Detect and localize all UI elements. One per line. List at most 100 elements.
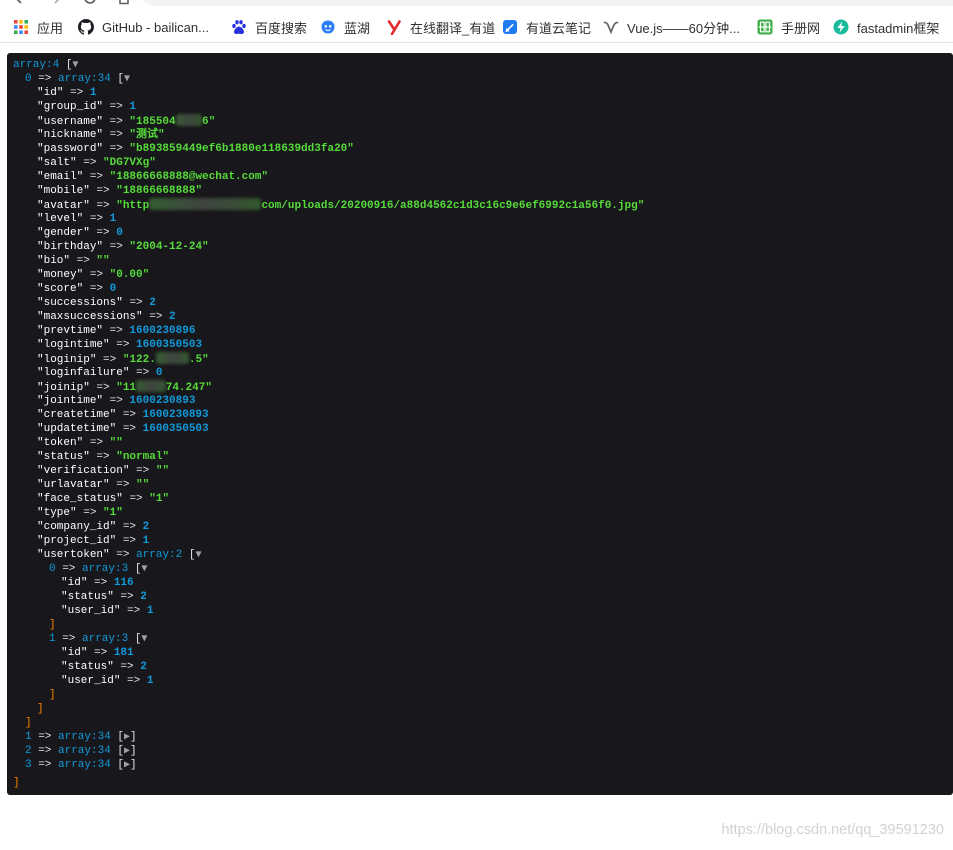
- key-birthday: birthday: [37, 241, 103, 253]
- field-row-prevtime: prevtime => 1600230896: [13, 324, 953, 338]
- value-id: 181: [113, 647, 134, 659]
- arrow: =>: [96, 227, 110, 239]
- value-fragment: 6: [202, 116, 209, 128]
- value-email: 18866668888@wechat.com: [110, 171, 268, 183]
- var-dump-panel: array:4[▼0=>array:34[▼id=>1group_id=>1us…: [7, 53, 953, 795]
- value-fragment: 185504: [136, 116, 176, 128]
- field-row-status: status => 2: [13, 590, 953, 604]
- arrow: =>: [120, 591, 134, 603]
- value-id: 1: [89, 87, 97, 99]
- root-array-row: array:4 [▼: [13, 58, 953, 72]
- field-row-urlavatar: urlavatar =>: [13, 478, 953, 492]
- key-urlavatar: urlavatar: [37, 479, 110, 491]
- value-user-id: 1: [146, 605, 154, 617]
- key-loginfailure: loginfailure: [37, 367, 129, 379]
- value-loginip: 122. .5: [123, 352, 209, 366]
- array-index: 0: [49, 563, 56, 575]
- field-row-gender: gender => 0: [13, 226, 953, 240]
- key-password: password: [37, 143, 103, 155]
- key-face-status: face_status: [37, 493, 123, 505]
- field-row-nickname: nickname => 测试: [13, 128, 953, 142]
- array-count-note: array:34: [58, 745, 111, 757]
- bookmark-label: fastadmin框架: [857, 20, 940, 36]
- key-status: status: [61, 661, 114, 673]
- field-row-group-id: group_id => 1: [13, 100, 953, 114]
- collapse-arrow-icon[interactable]: ▼: [141, 563, 147, 574]
- arrow: =>: [122, 535, 137, 547]
- key-money: money: [37, 269, 83, 281]
- shouce-icon: [757, 19, 773, 35]
- value-birthday: 2004-12-24: [129, 241, 208, 253]
- key-gender: gender: [37, 227, 90, 239]
- arrow: =>: [109, 395, 123, 407]
- field-row-level: level => 1: [13, 212, 953, 226]
- youdao-note-icon: [503, 20, 517, 34]
- back-icon[interactable]: [13, 0, 29, 6]
- value-group-id: 1: [129, 101, 137, 113]
- collapse-arrow-icon[interactable]: ▼: [72, 59, 78, 70]
- field-row-token: token =>: [13, 436, 953, 450]
- bookmark-baidu[interactable]: 百度搜索: [231, 12, 320, 42]
- bookmark-vue-tutorial[interactable]: Vue.js——60分钟...: [603, 12, 757, 42]
- arrow: =>: [38, 745, 52, 757]
- bookmark-youdao-translate[interactable]: 在线翻译_有道: [386, 12, 502, 42]
- bookmark-youdao-note[interactable]: 有道云笔记: [502, 12, 603, 42]
- home-icon[interactable]: [116, 0, 132, 6]
- value-urlavatar: [136, 479, 149, 491]
- array-close-row: ]: [13, 688, 953, 702]
- lanhu-icon: [321, 20, 335, 34]
- value-status: 2: [140, 591, 147, 603]
- value-salt: DG7VXg: [103, 157, 156, 169]
- field-row-user-id: user_id => 1: [13, 674, 953, 688]
- browser-toolbar: [0, 0, 953, 10]
- bookmark-label: GitHub - bailican...: [102, 19, 209, 35]
- key-status: status: [61, 591, 114, 603]
- arrow: =>: [109, 129, 123, 141]
- bookmark-label: 蓝湖: [344, 20, 371, 36]
- field-row-company-id: company_id => 2: [13, 520, 953, 534]
- value-maxsuccessions: 2: [169, 311, 176, 323]
- bookmark-apps[interactable]: 应用: [14, 12, 78, 42]
- field-row-usertoken: usertoken=>array:2[▼: [13, 548, 953, 562]
- field-row-loginfailure: loginfailure => 0: [13, 366, 953, 380]
- arrow: =>: [76, 255, 90, 267]
- field-row-money: money => 0.00: [13, 268, 953, 282]
- close-bracket: ]: [25, 717, 32, 729]
- array-count-note: array:3: [82, 563, 129, 575]
- field-row-updatetime: updatetime => 1600350503: [13, 422, 953, 436]
- field-row-createtime: createtime => 1600230893: [13, 408, 953, 422]
- youdao-icon: [387, 20, 401, 35]
- field-row-status: status => 2: [13, 660, 953, 674]
- close-bracket: ]: [130, 745, 137, 757]
- field-row-project-id: project_id => 1: [13, 534, 953, 548]
- field-row-mobile: mobile => 18866668888: [13, 184, 953, 198]
- value-level: 1: [109, 213, 117, 225]
- value-status: 2: [140, 661, 147, 673]
- value-id: 116: [113, 577, 134, 589]
- bookmark-shouce[interactable]: 手册网: [757, 12, 833, 42]
- arrow: =>: [127, 675, 141, 687]
- reload-icon[interactable]: [82, 0, 98, 6]
- collapse-arrow-icon[interactable]: ▼: [124, 73, 130, 84]
- bookmark-fastadmin[interactable]: fastadmin框架: [833, 12, 953, 42]
- bookmark-lanhu[interactable]: 蓝湖: [320, 12, 386, 42]
- field-row-verification: verification =>: [13, 464, 953, 478]
- key-bio: bio: [37, 255, 70, 267]
- field-row-logintime: logintime => 1600350503: [13, 338, 953, 352]
- redaction-blur: [175, 114, 203, 126]
- value-logintime: 1600350503: [136, 339, 203, 351]
- arrow: =>: [94, 577, 108, 589]
- apps-grid-icon: [14, 20, 28, 34]
- bookmark-github[interactable]: GitHub - bailican...: [78, 12, 231, 42]
- bookmark-label: 手册网: [781, 20, 821, 36]
- collapse-arrow-icon[interactable]: ▼: [141, 633, 147, 644]
- forward-icon[interactable]: [47, 0, 63, 6]
- arrow: =>: [62, 563, 76, 575]
- value-score: 0: [109, 283, 117, 295]
- address-bar[interactable]: [140, 0, 953, 6]
- collapse-arrow-icon[interactable]: ▼: [195, 549, 201, 560]
- arrow: =>: [136, 465, 150, 477]
- array-close-row: ]: [13, 776, 953, 790]
- value-company-id: 2: [142, 521, 150, 533]
- value-user-id: 1: [146, 675, 154, 687]
